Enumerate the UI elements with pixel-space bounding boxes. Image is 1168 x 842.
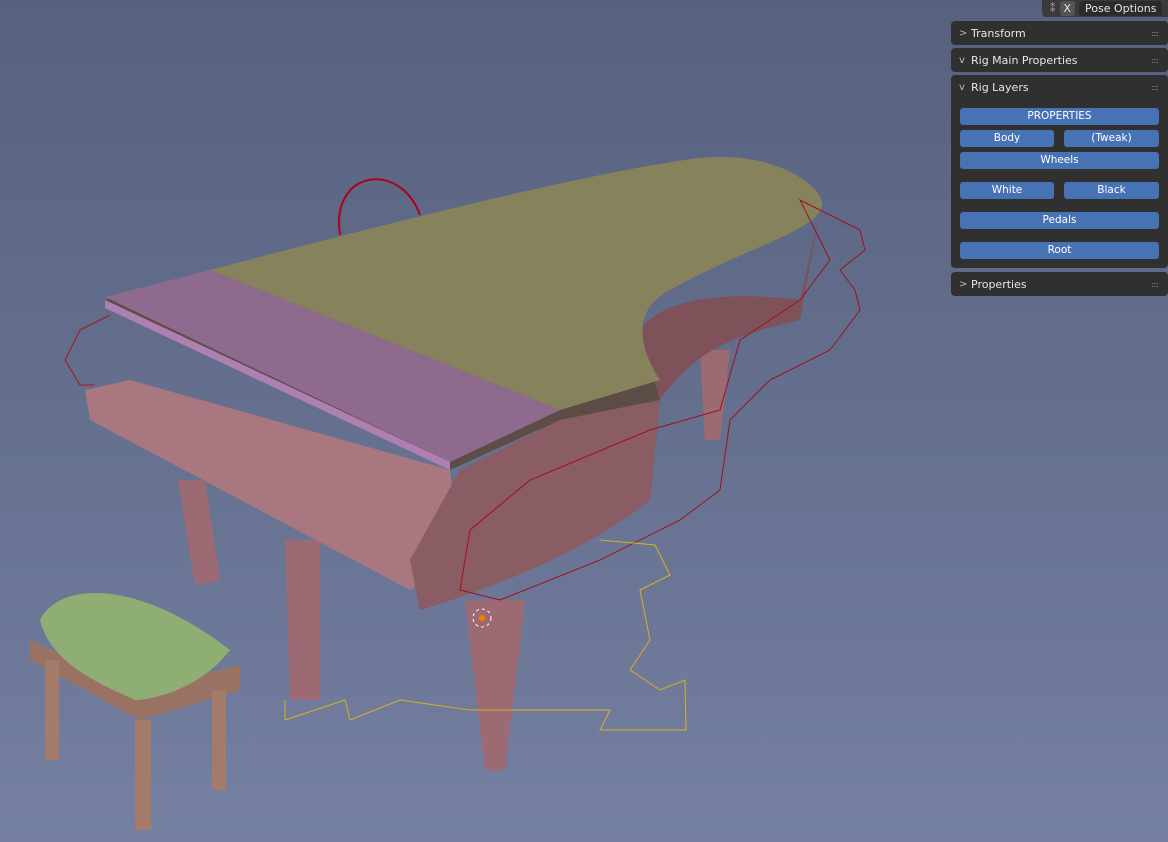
- layer-tweak-button[interactable]: (Tweak): [1064, 130, 1159, 147]
- x-axis-mirror-toggle[interactable]: X: [1059, 1, 1076, 16]
- panel-properties[interactable]: > Properties::::: [951, 272, 1168, 296]
- chevron-down-icon: v: [959, 54, 965, 66]
- panel-header[interactable]: v Rig Layers::::: [951, 75, 1168, 99]
- layer-wheels-button[interactable]: Wheels: [960, 152, 1159, 169]
- chevron-down-icon: v: [959, 81, 965, 93]
- drag-grip-icon[interactable]: ::::: [1151, 56, 1159, 65]
- layer-properties-button[interactable]: PROPERTIES: [960, 108, 1159, 125]
- panel-title: Rig Layers: [971, 80, 1029, 94]
- drag-grip-icon[interactable]: ::::: [1151, 280, 1159, 289]
- bench: [30, 592, 240, 830]
- drag-grip-icon[interactable]: ::::: [1151, 83, 1159, 92]
- panel-transform[interactable]: > Transform::::: [951, 21, 1168, 45]
- panel-title: Properties: [971, 277, 1027, 291]
- xray-icon[interactable]: ⁑: [1050, 2, 1056, 15]
- panel-title: Transform: [971, 26, 1026, 40]
- panel-rig-main-properties[interactable]: v Rig Main Properties::::: [951, 48, 1168, 72]
- chevron-right-icon: >: [959, 27, 968, 39]
- panel-title: Rig Main Properties: [971, 53, 1078, 67]
- pose-options-dropdown[interactable]: Pose Options: [1079, 1, 1163, 16]
- panel-rig-layers: v Rig Layers:::: PROPERTIES Body (Tweak) …: [951, 75, 1168, 268]
- layer-black-button[interactable]: Black: [1064, 182, 1159, 199]
- layer-pedals-button[interactable]: Pedals: [960, 212, 1159, 229]
- drag-grip-icon[interactable]: ::::: [1151, 29, 1159, 38]
- chevron-right-icon: >: [959, 278, 968, 290]
- layer-white-button[interactable]: White: [960, 182, 1054, 199]
- layer-body-button[interactable]: Body: [960, 130, 1054, 147]
- viewport-header: ⁑ X Pose Options: [1042, 0, 1168, 17]
- layer-root-button[interactable]: Root: [960, 242, 1159, 259]
